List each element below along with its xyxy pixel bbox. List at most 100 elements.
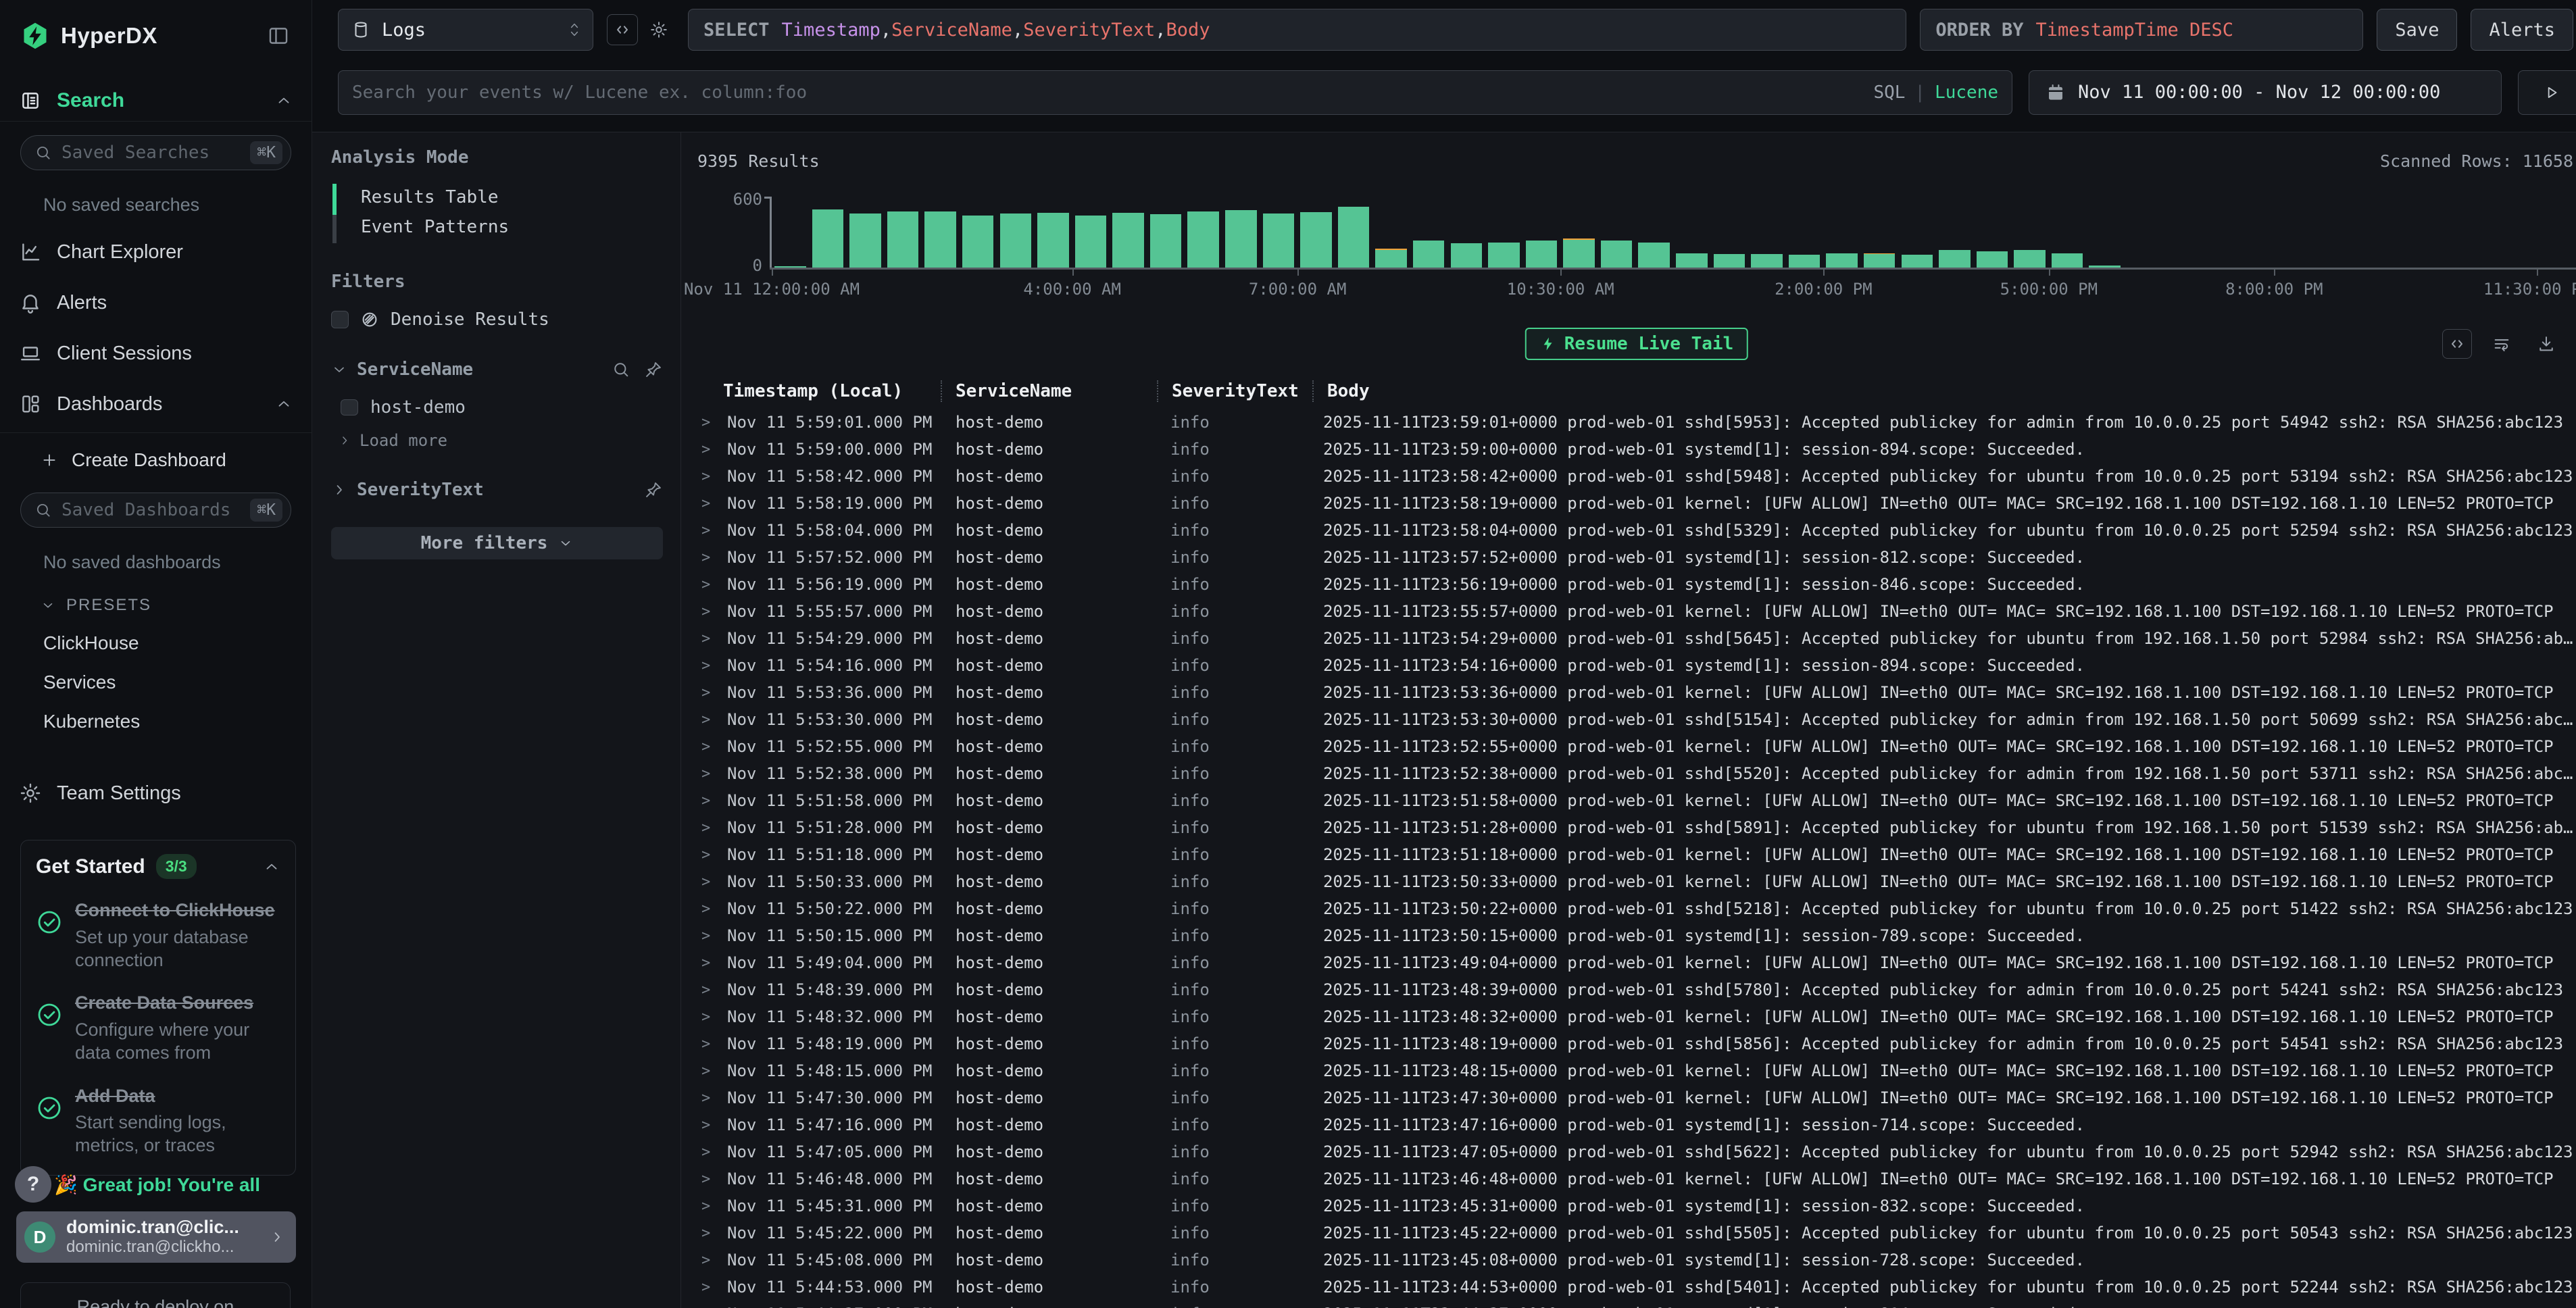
sidebar-item-alerts[interactable]: Alerts xyxy=(0,286,312,319)
histogram-bar[interactable] xyxy=(1150,214,1182,268)
expand-row-chevron[interactable]: > xyxy=(697,711,718,728)
table-row[interactable]: > Nov 11 5:55:57.000 PM host-demo info 2… xyxy=(697,598,2576,625)
table-row[interactable]: > Nov 11 5:53:30.000 PM host-demo info 2… xyxy=(697,706,2576,733)
table-row[interactable]: > Nov 11 5:51:28.000 PM host-demo info 2… xyxy=(697,814,2576,841)
sidebar-item-team-settings[interactable]: Team Settings xyxy=(0,777,312,809)
alerts-button[interactable]: Alerts xyxy=(2471,9,2573,51)
mode-results-table[interactable]: Results Table xyxy=(361,182,663,212)
expand-row-chevron[interactable]: > xyxy=(697,793,718,809)
expand-row-chevron[interactable]: > xyxy=(697,1036,718,1053)
table-row[interactable]: > Nov 11 5:48:39.000 PM host-demo info 2… xyxy=(697,976,2576,1003)
table-row[interactable]: > Nov 11 5:50:33.000 PM host-demo info 2… xyxy=(697,868,2576,895)
histogram-bar[interactable] xyxy=(2014,250,2046,268)
table-row[interactable]: > Nov 11 5:58:42.000 PM host-demo info 2… xyxy=(697,463,2576,490)
table-row[interactable]: > Nov 11 5:49:04.000 PM host-demo info 2… xyxy=(697,949,2576,976)
chevron-up-icon[interactable] xyxy=(263,858,280,876)
sidebar-item-chart-explorer[interactable]: Chart Explorer xyxy=(0,236,312,268)
column-header-severitytext[interactable]: SeverityText xyxy=(1157,380,1312,402)
histogram-bar[interactable] xyxy=(924,211,956,268)
expand-row-chevron[interactable]: > xyxy=(697,928,718,945)
table-row[interactable]: > Nov 11 5:45:22.000 PM host-demo info 2… xyxy=(697,1219,2576,1247)
sidebar-item-search[interactable]: Search xyxy=(0,89,312,122)
run-query-button[interactable] xyxy=(2518,70,2576,115)
expand-row-chevron[interactable]: > xyxy=(697,955,718,972)
get-started-step[interactable]: Add Data Start sending logs, metrics, or… xyxy=(36,1085,280,1157)
histogram-bar[interactable] xyxy=(1676,253,1708,268)
expand-row-chevron[interactable]: > xyxy=(697,765,718,782)
histogram-bar[interactable] xyxy=(1413,241,1445,268)
saved-searches-input[interactable]: ⌘K xyxy=(20,135,291,170)
histogram-bar[interactable] xyxy=(1451,243,1483,268)
expand-row-chevron[interactable]: > xyxy=(697,1009,718,1026)
event-search-bar[interactable]: SQL | Lucene xyxy=(338,70,2012,115)
histogram-bar[interactable] xyxy=(1225,210,1257,268)
histogram-bar[interactable] xyxy=(812,209,844,268)
expand-row-chevron[interactable]: > xyxy=(697,874,718,890)
histogram-bar[interactable] xyxy=(1902,255,1933,268)
histogram-bar[interactable] xyxy=(1826,253,1858,268)
chevron-up-icon[interactable] xyxy=(275,395,293,413)
expand-row-chevron[interactable]: > xyxy=(697,495,718,512)
histogram-bar[interactable] xyxy=(1187,211,1219,268)
histogram-bar[interactable] xyxy=(1338,207,1370,268)
table-row[interactable]: > Nov 11 5:59:01.000 PM host-demo info 2… xyxy=(697,409,2576,436)
table-row[interactable]: > Nov 11 5:48:15.000 PM host-demo info 2… xyxy=(697,1057,2576,1084)
presets-toggle[interactable]: PRESETS xyxy=(41,596,312,615)
table-row[interactable]: > Nov 11 5:54:16.000 PM host-demo info 2… xyxy=(697,652,2576,679)
expand-row-chevron[interactable]: > xyxy=(697,657,718,674)
saved-searches-field[interactable] xyxy=(61,143,241,163)
expand-row-chevron[interactable]: > xyxy=(697,1198,718,1215)
edit-sql-button[interactable] xyxy=(607,14,638,45)
mode-sql[interactable]: SQL xyxy=(1873,82,1905,103)
histogram-bar[interactable] xyxy=(1075,216,1107,268)
table-row[interactable]: > Nov 11 5:44:37.000 PM host-demo info 2… xyxy=(697,1301,2576,1308)
column-header-servicename[interactable]: ServiceName xyxy=(941,380,1157,402)
source-select[interactable]: Logs xyxy=(338,9,593,51)
sidebar-item-clickhouse[interactable]: ClickHouse xyxy=(43,632,312,654)
facet-checkbox[interactable] xyxy=(341,399,358,416)
help-button[interactable]: ? xyxy=(15,1166,51,1203)
expand-row-chevron[interactable]: > xyxy=(697,820,718,836)
column-header-timestamp[interactable]: Timestamp (Local) xyxy=(718,381,941,401)
table-row[interactable]: > Nov 11 5:50:22.000 PM host-demo info 2… xyxy=(697,895,2576,922)
table-row[interactable]: > Nov 11 5:59:00.000 PM host-demo info 2… xyxy=(697,436,2576,463)
expand-row-chevron[interactable]: > xyxy=(697,1171,718,1188)
mode-event-patterns[interactable]: Event Patterns xyxy=(361,212,663,242)
load-more-button[interactable]: Load more xyxy=(338,431,663,450)
expand-row-chevron[interactable]: > xyxy=(697,1117,718,1134)
histogram-bar[interactable] xyxy=(1300,212,1332,268)
facet-option-host-demo[interactable]: host-demo xyxy=(341,397,663,418)
histogram-bar[interactable] xyxy=(1939,250,1971,268)
histogram-bar[interactable] xyxy=(962,216,994,268)
user-menu[interactable]: D dominic.tran@clic... dominic.tran@clic… xyxy=(16,1211,296,1263)
query-settings-button[interactable] xyxy=(643,14,674,45)
expand-row-chevron[interactable]: > xyxy=(697,1306,718,1308)
table-row[interactable]: > Nov 11 5:58:04.000 PM host-demo info 2… xyxy=(697,517,2576,544)
get-started-step[interactable]: Connect to ClickHouse Set up your databa… xyxy=(36,899,280,972)
chevron-right-icon[interactable] xyxy=(331,482,347,498)
sidebar-item-kubernetes[interactable]: Kubernetes xyxy=(43,711,312,732)
expand-row-chevron[interactable]: > xyxy=(697,738,718,755)
expand-row-chevron[interactable]: > xyxy=(697,1279,718,1296)
collapse-sidebar-button[interactable] xyxy=(263,20,294,51)
expand-row-chevron[interactable]: > xyxy=(697,468,718,485)
denoise-results-option[interactable]: Denoise Results xyxy=(331,309,663,330)
table-row[interactable]: > Nov 11 5:48:19.000 PM host-demo info 2… xyxy=(697,1030,2576,1057)
wrap-lines-button[interactable] xyxy=(2487,329,2517,359)
saved-dashboards-input[interactable]: ⌘K xyxy=(20,493,291,528)
expand-row-chevron[interactable]: > xyxy=(697,549,718,566)
histogram-bar[interactable] xyxy=(1751,254,1783,268)
histogram-bar[interactable] xyxy=(1789,255,1820,268)
table-row[interactable]: > Nov 11 5:58:19.000 PM host-demo info 2… xyxy=(697,490,2576,517)
table-row[interactable]: > Nov 11 5:47:05.000 PM host-demo info 2… xyxy=(697,1138,2576,1165)
histogram-bar[interactable] xyxy=(1714,254,1745,268)
table-row[interactable]: > Nov 11 5:53:36.000 PM host-demo info 2… xyxy=(697,679,2576,706)
expand-row-chevron[interactable]: > xyxy=(697,982,718,999)
date-range-picker[interactable]: Nov 11 00:00:00 - Nov 12 00:00:00 xyxy=(2029,70,2502,115)
table-row[interactable]: > Nov 11 5:44:53.000 PM host-demo info 2… xyxy=(697,1274,2576,1301)
download-button[interactable] xyxy=(2531,329,2561,359)
sidebar-item-services[interactable]: Services xyxy=(43,672,312,693)
mode-lucene[interactable]: Lucene xyxy=(1935,82,1998,103)
histogram-bar[interactable] xyxy=(887,211,919,268)
table-row[interactable]: > Nov 11 5:45:08.000 PM host-demo info 2… xyxy=(697,1247,2576,1274)
